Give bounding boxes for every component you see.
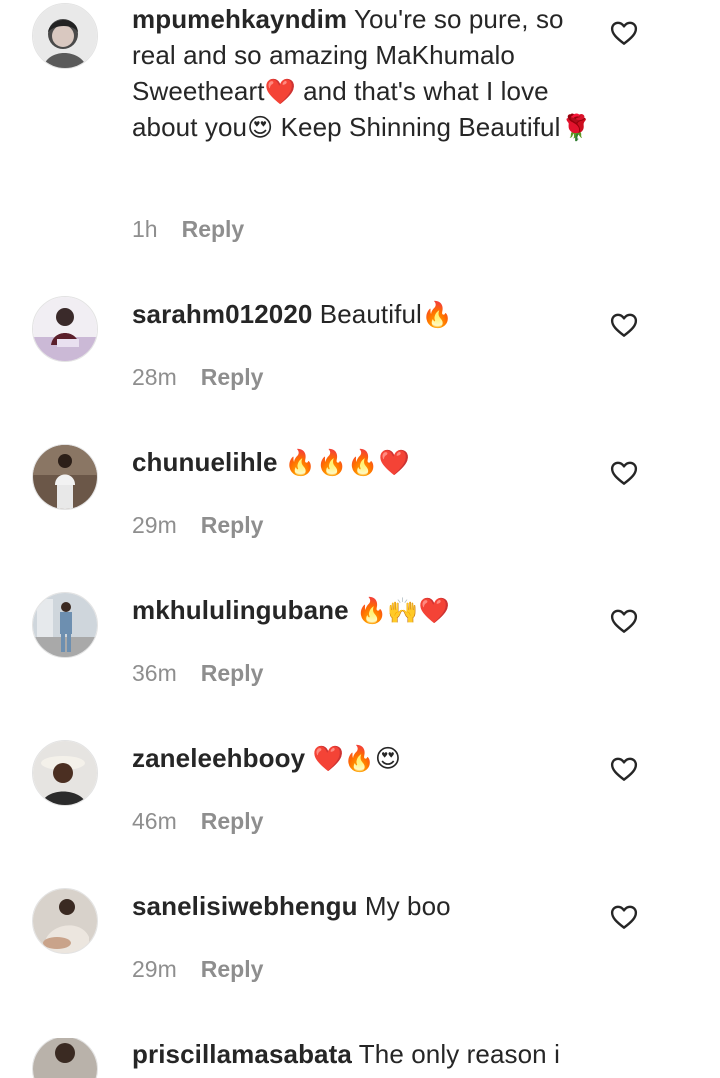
reply-button[interactable]: Reply xyxy=(201,364,264,390)
comment-timestamp: 29m xyxy=(132,512,177,538)
comment-username[interactable]: priscillamasabata xyxy=(132,1039,352,1069)
comment-username[interactable]: mpumehkayndim xyxy=(132,4,347,34)
comment-text: mpumehkayndim You're so pure, so real an… xyxy=(132,1,592,145)
comment-timestamp: 1h xyxy=(132,216,158,242)
avatar[interactable] xyxy=(32,592,98,658)
comment-meta: 29m Reply xyxy=(132,956,263,983)
emoji: 🔥 xyxy=(421,301,454,329)
avatar[interactable] xyxy=(32,1038,98,1078)
comment-meta: 46m Reply xyxy=(132,808,263,835)
comment-username[interactable]: mkhululingubane xyxy=(132,595,349,625)
comment-body: My boo xyxy=(364,891,451,921)
avatar[interactable] xyxy=(32,740,98,806)
comment-text: sanelisiwebhengu My boo xyxy=(132,888,592,924)
comment-username[interactable]: sanelisiwebhengu xyxy=(132,891,358,921)
comment-timestamp: 28m xyxy=(132,364,177,390)
comment-meta: 36m Reply xyxy=(132,660,263,687)
like-button[interactable] xyxy=(609,310,639,340)
reply-button[interactable]: Reply xyxy=(201,808,264,834)
heart-outline-icon xyxy=(610,609,638,633)
avatar[interactable] xyxy=(32,3,98,69)
comment-body: Beautiful xyxy=(319,299,422,329)
like-button[interactable] xyxy=(609,606,639,636)
reply-button[interactable]: Reply xyxy=(201,660,264,686)
reply-button[interactable]: Reply xyxy=(201,956,264,982)
comment-meta: 28m Reply xyxy=(132,364,263,391)
comment-text: priscillamasabata The only reason i xyxy=(132,1038,592,1072)
emoji: 😍 xyxy=(247,114,274,142)
emoji: ❤️🔥😍 xyxy=(312,745,402,773)
comment-username[interactable]: zaneleehbooy xyxy=(132,743,305,773)
like-button[interactable] xyxy=(609,18,639,48)
comment-username[interactable]: sarahm012020 xyxy=(132,299,312,329)
comment-meta: 1h Reply xyxy=(132,216,244,243)
emoji: 🔥🔥🔥❤️ xyxy=(284,449,410,477)
heart-outline-icon xyxy=(610,757,638,781)
comment-text: sarahm012020 Beautiful🔥 xyxy=(132,296,592,332)
emoji: 🔥🙌❤️ xyxy=(356,597,450,625)
comment-body: The only reason i xyxy=(358,1039,560,1069)
reply-button[interactable]: Reply xyxy=(201,512,264,538)
avatar[interactable] xyxy=(32,296,98,362)
comment-body: Keep Shinning Beautiful xyxy=(273,112,561,142)
avatar[interactable] xyxy=(32,444,98,510)
heart-outline-icon xyxy=(610,21,638,45)
comment-text: zaneleehbooy ❤️🔥😍 xyxy=(132,740,592,776)
reply-button[interactable]: Reply xyxy=(182,216,245,242)
comment-timestamp: 29m xyxy=(132,956,177,982)
heart-outline-icon xyxy=(610,905,638,929)
comment-text: mkhululingubane 🔥🙌❤️ xyxy=(132,592,592,628)
comment-meta: 29m Reply xyxy=(132,512,263,539)
like-button[interactable] xyxy=(609,902,639,932)
like-button[interactable] xyxy=(609,458,639,488)
emoji: 🌹 xyxy=(560,114,592,142)
heart-outline-icon xyxy=(610,461,638,485)
comment-item-partial: priscillamasabata The only reason i xyxy=(0,1038,720,1078)
like-button[interactable] xyxy=(609,754,639,784)
emoji: ❤️ xyxy=(264,78,296,106)
comment-timestamp: 46m xyxy=(132,808,177,834)
comment-timestamp: 36m xyxy=(132,660,177,686)
comment-text: chunuelihle 🔥🔥🔥❤️ xyxy=(132,444,592,480)
avatar[interactable] xyxy=(32,888,98,954)
comment-username[interactable]: chunuelihle xyxy=(132,447,278,477)
heart-outline-icon xyxy=(610,313,638,337)
